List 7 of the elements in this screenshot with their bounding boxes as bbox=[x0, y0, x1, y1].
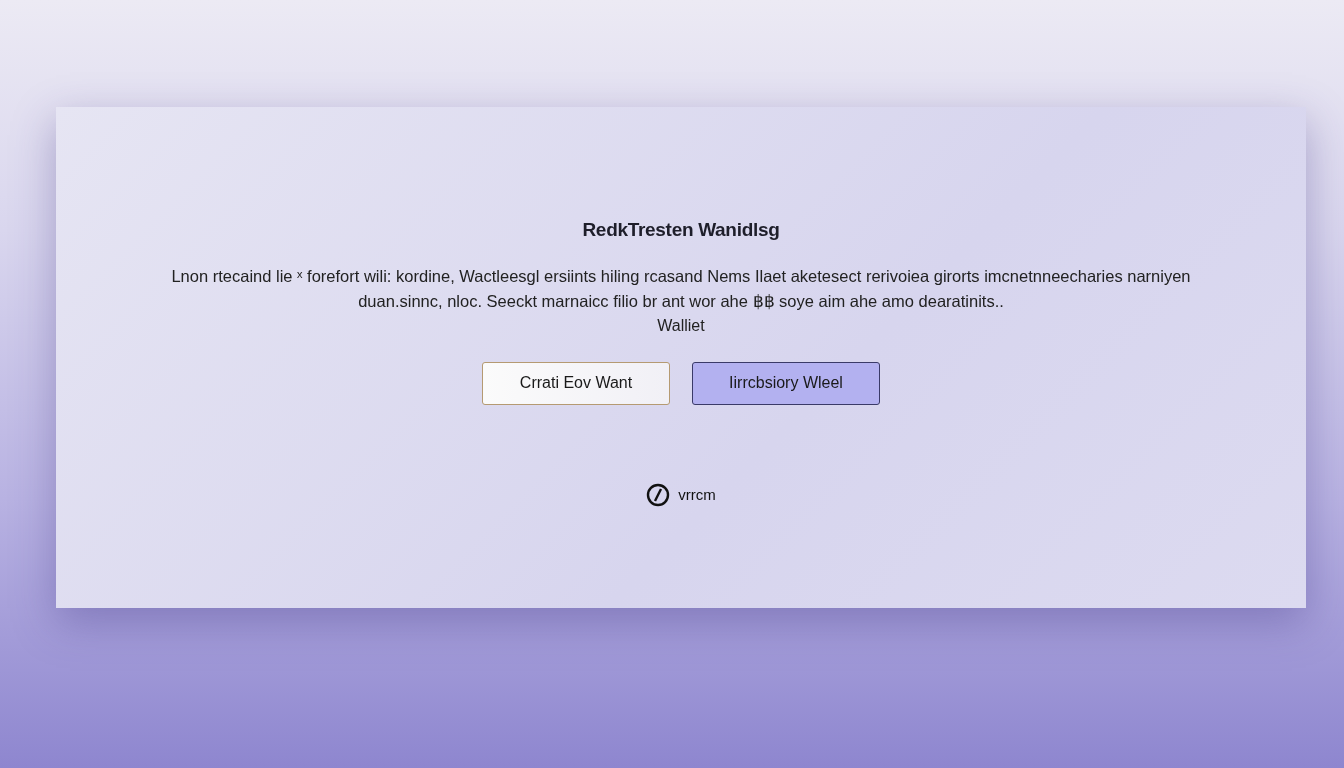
slashed-circle-icon bbox=[646, 482, 671, 507]
description-text: Lnon rtecaind lie ˣ forefort wili: kordine, Wactleesgl ersiints hiling rcasand Nems Ilaet aketesect rerivoiea girorts imcnetnneecharies narniyen duan.sinnc, nloc. Seeckt marnaicc filio br ant wor ahe ฿฿ soye aim ahe amo dearatinits.. bbox=[170, 265, 1192, 312]
footer-label: vrrcm bbox=[678, 484, 716, 505]
note-text: Walliet bbox=[656, 315, 706, 336]
dialog-title: RedkTresten Wanidlsg bbox=[581, 219, 781, 242]
secondary-button[interactable]: Crrati Eov Want bbox=[482, 361, 670, 405]
primary-button[interactable]: Iirrcbsiory Wleel bbox=[692, 361, 880, 405]
